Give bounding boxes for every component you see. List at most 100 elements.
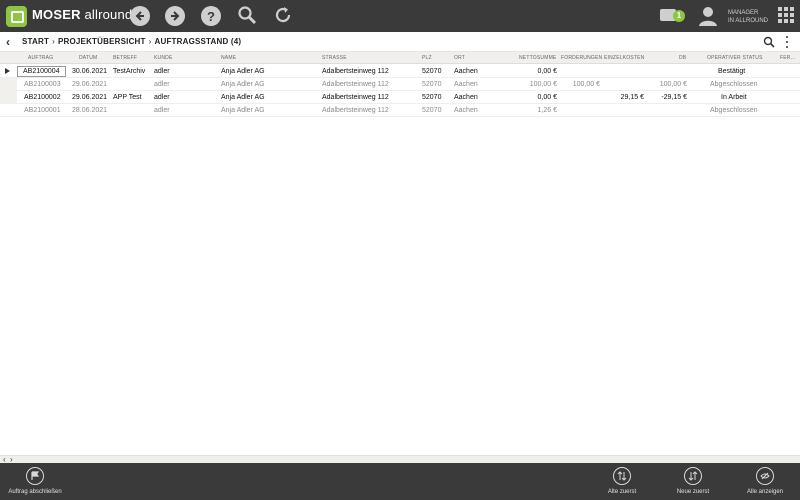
oldest-first-button[interactable]: Alte zuerst [592, 467, 652, 495]
user-line-1: MANAGER [728, 10, 759, 16]
app-brand: MOSER [32, 7, 81, 22]
cell-nettosumme: 0,00 € [537, 94, 557, 101]
cell-plz: 52070 [422, 68, 442, 75]
cell-nettosumme: 100,00 € [529, 81, 557, 88]
cell-name: Anja Adler AG [221, 68, 265, 75]
cell-auftrag[interactable]: AB2100002 [24, 94, 61, 101]
eye-off-icon [756, 467, 774, 485]
cell-auftrag[interactable]: AB2100003 [24, 81, 61, 88]
cell-name: Anja Adler AG [221, 94, 265, 101]
cell-kunde: adler [154, 68, 170, 75]
col-header-strasse[interactable]: STRASSE [322, 55, 347, 61]
table-search-icon[interactable] [763, 36, 775, 48]
help-icon[interactable]: ? [201, 6, 221, 26]
col-header-fer[interactable]: FER... [780, 55, 795, 61]
cell-status: Abgeschlossen [710, 107, 758, 114]
show-all-label: Alle anzeigen [746, 489, 784, 495]
cell-kunde: adler [154, 107, 170, 114]
col-header-name[interactable]: NAME [221, 55, 236, 61]
back-arrow-icon[interactable] [130, 6, 150, 26]
cell-plz: 52070 [422, 94, 442, 101]
sort-ascending-icon [613, 467, 631, 485]
col-header-status[interactable]: OPERATIVER STATUS [707, 55, 763, 61]
cell-status: Abgeschlossen [710, 81, 758, 88]
app-logo-icon [6, 6, 27, 27]
cell-kunde: adler [154, 81, 170, 88]
horizontal-scrollbar[interactable]: ‹ › [0, 455, 800, 464]
col-header-nettosumme[interactable]: NETTOSUMME [519, 55, 556, 61]
cell-datum: 29.06.2021 [72, 81, 108, 88]
flag-icon [26, 467, 44, 485]
table-row[interactable]: AB2100003 29.06.2021 adler Anja Adler AG… [0, 78, 800, 91]
oldest-first-label: Alte zuerst [607, 489, 637, 495]
user-line-2: IN ALLROUND [728, 18, 769, 24]
cell-strasse: Adalbertsteinweg 112 [322, 81, 389, 88]
user-icon[interactable] [698, 5, 718, 27]
cell-name: Anja Adler AG [221, 81, 265, 88]
newest-first-button[interactable]: Neue zuerst [663, 467, 723, 495]
cell-datum: 29.06.2021 [72, 94, 108, 101]
cell-betreff: TestArchiv [113, 68, 146, 75]
cell-plz: 52070 [422, 107, 442, 114]
cell-db: 100,00 € [659, 81, 687, 88]
close-order-label: Auftrag abschließen [8, 489, 62, 495]
cell-status: In Arbeit [721, 94, 747, 101]
search-icon[interactable] [237, 5, 257, 25]
breadcrumb-bar: ‹ START › PROJEKTÜBERSICHT › AUFTRAGSSTAND (… [0, 32, 800, 52]
col-header-forderungen[interactable]: FORDERUNGEN [561, 55, 602, 61]
cell-ort: Aachen [454, 107, 478, 114]
top-bar: MOSER allround ? 1 MANAGER IN ALLROUND [0, 0, 800, 32]
cell-nettosumme: 0,00 € [537, 68, 557, 75]
cell-nettosumme: 1,26 € [537, 107, 557, 114]
cell-datum: 30.06.2021 [72, 68, 108, 75]
cell-ort: Aachen [454, 94, 478, 101]
table-row[interactable]: AB2100004 30.06.2021 TestArchiv adler An… [0, 65, 800, 78]
orders-table: AUFTRAG DATUM BETREFF KUNDE NAME STRASSE… [0, 52, 800, 455]
user-name[interactable]: MANAGER IN ALLROUND [728, 9, 768, 25]
table-row[interactable]: AB2100002 29.06.2021 APP Test adler Anja… [0, 91, 800, 104]
cell-auftrag[interactable]: AB2100001 [24, 107, 61, 114]
breadcrumb-start[interactable]: START [22, 37, 49, 46]
cell-strasse: Adalbertsteinweg 112 [322, 107, 389, 114]
cell-einzelkosten: 29,15 € [620, 94, 644, 101]
more-options-icon[interactable] [786, 36, 789, 48]
col-header-db[interactable]: DB [679, 55, 686, 61]
col-header-betreff[interactable]: BETREFF [113, 55, 137, 61]
cell-kunde: adler [154, 94, 170, 101]
col-header-ort[interactable]: ORT [454, 55, 465, 61]
col-header-plz[interactable]: PLZ [422, 55, 432, 61]
bottom-toolbar: Auftrag abschließen Alte zuerst Neue zue… [0, 463, 800, 500]
help-glyph: ? [207, 8, 215, 24]
col-header-kunde[interactable]: KUNDE [154, 55, 173, 61]
cell-db: -29,15 € [661, 94, 687, 101]
cell-plz: 52070 [422, 81, 442, 88]
table-row[interactable]: AB2100001 28.06.2021 adler Anja Adler AG… [0, 104, 800, 117]
col-header-auftrag[interactable]: AUFTRAG [28, 55, 53, 61]
forward-arrow-icon[interactable] [165, 6, 185, 26]
breadcrumb-projektuebersicht[interactable]: PROJEKTÜBERSICHT [58, 37, 146, 46]
refresh-icon[interactable] [273, 5, 293, 25]
close-order-button[interactable]: Auftrag abschließen [5, 467, 65, 495]
table-header-row: AUFTRAG DATUM BETREFF KUNDE NAME STRASSE… [0, 52, 800, 64]
newest-first-label: Neue zuerst [676, 489, 710, 495]
breadcrumb-separator: › [52, 37, 55, 46]
breadcrumb: START › PROJEKTÜBERSICHT › AUFTRAGSSTAND (4) [22, 37, 241, 46]
cell-datum: 28.06.2021 [72, 107, 108, 114]
col-header-einzelkosten[interactable]: EINZELKOSTEN [604, 55, 644, 61]
cell-betreff: APP Test [113, 94, 142, 101]
notification-badge: 1 [673, 10, 685, 22]
col-header-datum[interactable]: DATUM [79, 55, 97, 61]
app-title: MOSER allround [32, 7, 132, 22]
cell-status: Bestätigt [718, 68, 746, 75]
apps-grid-icon[interactable] [778, 7, 794, 23]
app-brand-suffix: allround [84, 7, 133, 22]
breadcrumb-auftragsstand: AUFTRAGSSTAND (4) [154, 37, 242, 46]
current-row-marker-icon [5, 68, 10, 74]
show-all-button[interactable]: Alle anzeigen [735, 467, 795, 495]
cell-forderungen: 100,00 € [572, 81, 600, 88]
back-chevron-icon[interactable]: ‹ [6, 35, 10, 49]
cell-name: Anja Adler AG [221, 107, 265, 114]
cell-auftrag[interactable]: AB2100004 [17, 66, 66, 77]
sort-descending-icon [684, 467, 702, 485]
cell-strasse: Adalbertsteinweg 112 [322, 94, 389, 101]
